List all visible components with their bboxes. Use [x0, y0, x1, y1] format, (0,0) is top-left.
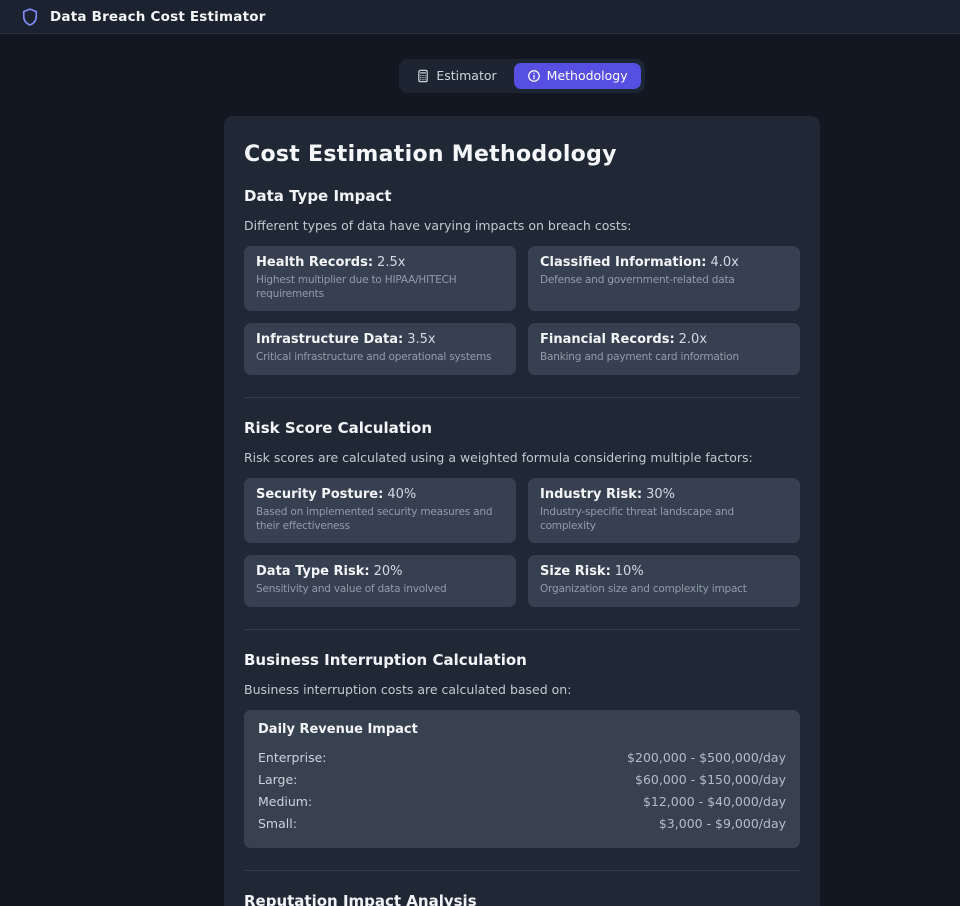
factor-label: Data Type Risk: — [256, 564, 370, 580]
factor-desc: Based on implemented security measures a… — [256, 506, 493, 532]
app-header: Data Breach Cost Estimator — [0, 0, 960, 34]
section-reputation-impact: Reputation Impact Analysis Industry Sens… — [244, 892, 800, 906]
methodology-card: Cost Estimation Methodology Data Type Im… — [224, 116, 820, 906]
revenue-value: $200,000 - $500,000/day — [627, 749, 786, 765]
data-type-card-health: Health Records: 2.5x Highest multiplier d… — [244, 246, 516, 312]
factor-value: 30% — [646, 487, 675, 503]
section-business-interruption: Business Interruption Calculation Busine… — [244, 650, 800, 849]
factor-desc: Sensitivity and value of data involved — [256, 583, 447, 596]
data-type-card-infrastructure: Infrastructure Data: 3.5x Critical infras… — [244, 323, 516, 375]
tab-methodology-label: Methodology — [546, 67, 628, 83]
section-heading-risk-score: Risk Score Calculation — [244, 418, 433, 437]
factor-value: 4.0x — [710, 255, 739, 271]
revenue-row-enterprise: Enterprise: $200,000 - $500,000/day — [258, 746, 786, 768]
factor-label: Infrastructure Data: — [256, 332, 404, 348]
factor-label: Security Posture: — [256, 487, 384, 503]
info-icon — [527, 69, 541, 83]
daily-revenue-panel: Daily Revenue Impact Enterprise: $200,00… — [244, 710, 800, 849]
section-heading-business: Business Interruption Calculation — [244, 650, 527, 669]
factor-value: 20% — [373, 564, 403, 580]
factor-desc: Industry-specific threat landscape and c… — [540, 506, 734, 532]
divider — [244, 396, 800, 398]
app-title: Data Breach Cost Estimator — [50, 8, 266, 25]
factor-desc: Banking and payment card information — [540, 351, 739, 364]
revenue-value: $60,000 - $150,000/day — [635, 771, 786, 787]
shield-icon — [20, 7, 40, 27]
data-type-card-classified: Classified Information: 4.0x Defense and … — [528, 246, 800, 312]
divider — [244, 870, 800, 872]
revenue-label: Small: — [258, 815, 297, 831]
factor-desc: Critical infrastructure and operational … — [256, 351, 492, 364]
factor-value: 40% — [387, 487, 417, 503]
revenue-row-small: Small: $3,000 - $9,000/day — [258, 812, 786, 834]
factor-label: Classified Information: — [540, 255, 707, 271]
revenue-row-large: Large: $60,000 - $150,000/day — [258, 768, 786, 790]
page-title: Cost Estimation Methodology — [244, 142, 617, 167]
factor-desc: Defense and government-related data — [540, 274, 735, 287]
factor-value: 10% — [614, 564, 644, 580]
revenue-value: $12,000 - $40,000/day — [642, 793, 786, 809]
factor-desc: Organization size and complexity impact — [540, 583, 747, 596]
section-intro-data-type: Different types of data have varying imp… — [244, 218, 632, 233]
section-heading-data-type: Data Type Impact — [244, 187, 392, 205]
factor-label: Financial Records: — [540, 332, 675, 348]
risk-card-security-posture: Security Posture: 40% Based on implemente… — [244, 478, 516, 544]
panel-title: Daily Revenue Impact — [258, 722, 418, 738]
factor-value: 3.5x — [407, 332, 436, 348]
section-intro-business: Business interruption costs are calculat… — [244, 681, 572, 697]
section-data-type-impact: Data Type Impact Different types of data… — [244, 187, 800, 375]
divider — [244, 628, 800, 630]
factor-label: Health Records: — [256, 255, 374, 271]
section-heading-reputation: Reputation Impact Analysis — [244, 892, 477, 906]
tab-methodology[interactable]: Methodology — [513, 63, 641, 89]
factor-label: Size Risk: — [540, 564, 611, 580]
revenue-label: Large: — [258, 771, 298, 787]
revenue-value: $3,000 - $9,000/day — [658, 815, 786, 831]
section-intro-risk-score: Risk scores are calculated using a weigh… — [244, 449, 753, 465]
tab-estimator[interactable]: Estimator — [403, 63, 509, 89]
tab-estimator-label: Estimator — [436, 67, 497, 83]
risk-card-data-type: Data Type Risk: 20% Sensitivity and value… — [244, 555, 516, 607]
tab-group: Estimator Methodology — [399, 59, 645, 93]
revenue-label: Enterprise: — [258, 749, 327, 765]
risk-card-size: Size Risk: 10% Organization size and comp… — [528, 555, 800, 607]
data-type-card-financial: Financial Records: 2.0x Banking and payme… — [528, 323, 800, 375]
calculator-icon — [416, 69, 430, 83]
factor-label: Industry Risk: — [540, 487, 643, 503]
section-risk-score: Risk Score Calculation Risk scores are c… — [244, 419, 800, 607]
factor-value: 2.5x — [377, 255, 406, 271]
risk-card-industry: Industry Risk: 30% Industry-specific thre… — [528, 478, 800, 544]
content-column: Estimator Methodology Cost Estimation Me… — [224, 59, 820, 906]
factor-value: 2.0x — [678, 332, 708, 348]
revenue-label: Medium: — [258, 793, 313, 809]
factor-desc: Highest multiplier due to HIPAA/HITECH r… — [256, 274, 457, 300]
revenue-row-medium: Medium: $12,000 - $40,000/day — [258, 790, 786, 812]
